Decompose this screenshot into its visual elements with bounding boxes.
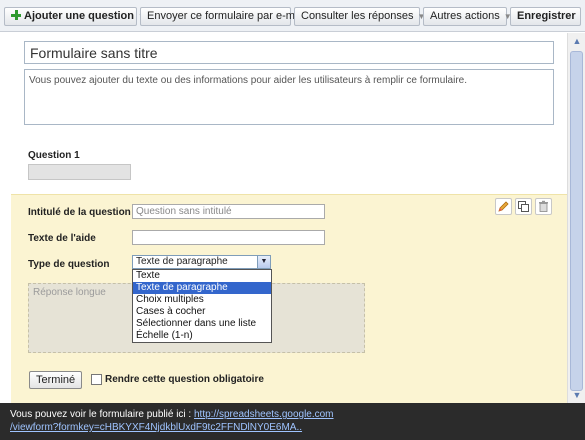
done-button[interactable]: Terminé <box>29 371 83 389</box>
see-responses-button[interactable]: Consulter les réponses ▼ <box>294 7 425 26</box>
question-type-label: Type de question <box>28 259 110 270</box>
plus-icon <box>11 10 21 20</box>
type-option-list[interactable]: Sélectionner dans une liste <box>133 318 271 330</box>
question-1-label: Question 1 <box>28 150 80 161</box>
scroll-up-icon[interactable]: ▲ <box>571 35 583 47</box>
pencil-icon <box>498 201 509 212</box>
help-text-input[interactable] <box>132 230 325 245</box>
type-option-checkboxes[interactable]: Cases à cocher <box>133 306 271 318</box>
question-title-input[interactable]: Question sans intitulé <box>132 204 325 219</box>
vertical-scrollbar[interactable]: ▲ ▼ <box>567 33 585 403</box>
type-option-paragraph[interactable]: Texte de paragraphe <box>133 282 271 294</box>
trash-icon <box>539 200 548 212</box>
published-form-notice: Vous pouvez voir le formulaire publié ic… <box>0 403 585 440</box>
more-actions-button[interactable]: Autres actions ▼ <box>423 7 512 26</box>
required-checkbox[interactable] <box>91 374 102 385</box>
question-title-label: Intitulé de la question <box>28 207 131 218</box>
published-form-link-part1[interactable]: http://spreadsheets.google.com <box>194 409 334 420</box>
question-type-select[interactable]: Texte de paragraphe ▼ <box>132 255 271 269</box>
duplicate-icon <box>518 201 529 212</box>
save-button[interactable]: Enregistrer <box>510 7 581 26</box>
type-option-multiple-choice[interactable]: Choix multiples <box>133 294 271 306</box>
form-title-input[interactable]: Formulaire sans titre <box>24 41 554 64</box>
form-editor-area: Formulaire sans titre Vous pouvez ajoute… <box>11 33 567 403</box>
delete-question-button[interactable] <box>535 198 552 215</box>
published-form-link-part2[interactable]: /viewform?formkey=cHBKYXF4NjdkblUxdF9tc2… <box>10 422 302 433</box>
add-question-button[interactable]: Ajouter une question▼ <box>4 7 146 26</box>
dropdown-arrow-icon[interactable]: ▼ <box>257 256 270 268</box>
edit-question-button[interactable] <box>495 198 512 215</box>
form-description-input[interactable]: Vous pouvez ajouter du texte ou des info… <box>24 69 554 125</box>
question-type-dropdown-list: Texte Texte de paragraphe Choix multiple… <box>132 269 272 343</box>
email-form-button[interactable]: Envoyer ce formulaire par e-mail <box>140 7 306 26</box>
help-text-label: Texte de l'aide <box>28 233 96 244</box>
question-1-answer-preview[interactable] <box>28 164 131 180</box>
scrollbar-thumb[interactable] <box>570 51 583 391</box>
duplicate-question-button[interactable] <box>515 198 532 215</box>
toolbar: Ajouter une question▼ Envoyer ce formula… <box>0 0 585 32</box>
type-option-text[interactable]: Texte <box>133 270 271 282</box>
required-checkbox-label: Rendre cette question obligatoire <box>105 374 264 385</box>
scroll-down-icon[interactable]: ▼ <box>571 389 583 401</box>
type-option-scale[interactable]: Échelle (1-n) <box>133 330 271 342</box>
